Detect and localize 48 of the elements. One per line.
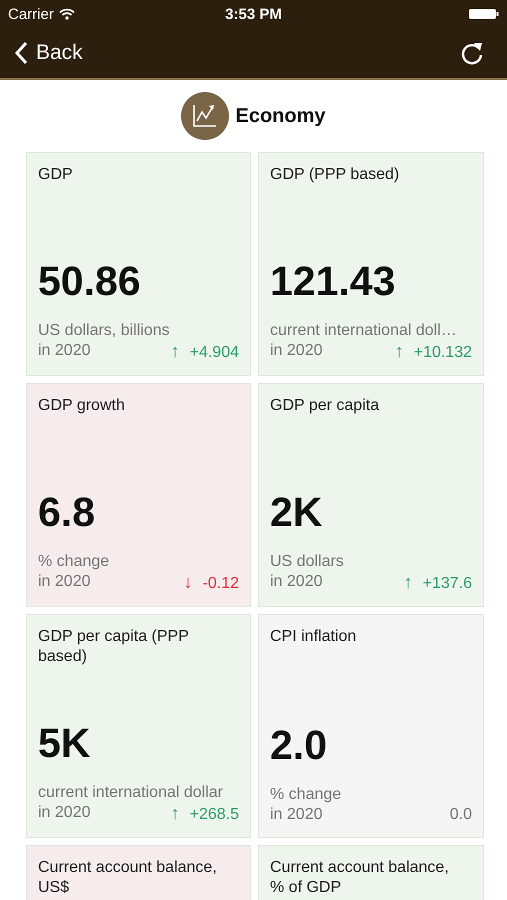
back-button[interactable]: Back <box>14 41 83 65</box>
indicator-value: 6.8 <box>38 489 95 536</box>
back-chevron-icon <box>14 41 28 65</box>
indicator-year: in 2020 <box>38 341 90 361</box>
carrier-name: Carrier <box>8 6 54 22</box>
change-value: ↑ +137.6 <box>404 572 472 594</box>
indicator-value: 2.0 <box>270 722 327 769</box>
change-value: ↑ +268.5 <box>170 803 239 825</box>
indicator-year: in 2020 <box>270 572 322 592</box>
change-value: 0.0 <box>450 805 472 825</box>
indicator-year: in 2020 <box>270 341 322 361</box>
indicator-value: 2K <box>270 489 322 536</box>
indicator-card[interactable]: Current account balance, US$ <box>26 845 251 900</box>
indicator-title: CPI inflation <box>270 627 356 647</box>
indicator-year: in 2020 <box>38 803 90 823</box>
indicator-title: Current account balance, % of GDP <box>270 858 450 898</box>
indicator-unit: US dollars, billions <box>38 321 170 341</box>
indicator-year: in 2020 <box>38 572 90 592</box>
indicator-title: Current account balance, US$ <box>38 858 218 898</box>
chart-icon <box>181 92 230 140</box>
indicator-unit: current international doll… <box>270 321 457 341</box>
battery-icon <box>469 8 499 20</box>
change-value: ↑ +10.132 <box>394 341 472 363</box>
indicator-card[interactable]: GDP 50.86 US dollars, billions in 2020 ↑ +4.904 <box>26 152 251 376</box>
indicator-title: GDP per capita (PPP based) <box>38 627 190 667</box>
indicator-value: 50.86 <box>38 258 141 305</box>
indicator-card[interactable]: GDP per capita 2K US dollars in 2020 ↑ +137.6 <box>258 383 484 607</box>
change-value: ↑ +4.904 <box>170 341 239 363</box>
indicator-unit: current international dollar <box>38 783 223 803</box>
indicator-card[interactable]: GDP growth 6.8 % change in 2020 ↓ -0.12 <box>26 383 251 607</box>
indicator-title: GDP (PPP based) <box>270 165 400 185</box>
indicator-unit: US dollars <box>270 552 344 572</box>
indicator-card[interactable]: GDP per capita (PPP based) 5K current international dollar in 2020 ↑ +268.5 <box>26 614 251 838</box>
indicator-year: in 2020 <box>270 805 322 825</box>
indicator-card[interactable]: Current account balance, % of GDP <box>258 845 484 900</box>
section-title: Economy <box>235 104 326 128</box>
indicator-title: GDP per capita <box>270 396 380 416</box>
wifi-icon <box>58 8 75 20</box>
indicator-title: GDP <box>38 165 73 185</box>
indicator-card[interactable]: GDP (PPP based) 121.43 current international doll… in 2020 ↑ +10.132 <box>258 152 484 376</box>
status-time: 3:53 PM <box>225 6 282 22</box>
indicator-title: GDP growth <box>38 396 125 416</box>
indicator-unit: % change <box>38 552 110 572</box>
indicator-value: 5K <box>38 720 90 767</box>
change-value: ↓ -0.12 <box>184 572 239 594</box>
indicator-unit: % change <box>270 785 342 805</box>
indicator-value: 121.43 <box>270 258 396 305</box>
indicator-card[interactable]: CPI inflation 2.0 % change in 2020 0.0 <box>258 614 484 838</box>
